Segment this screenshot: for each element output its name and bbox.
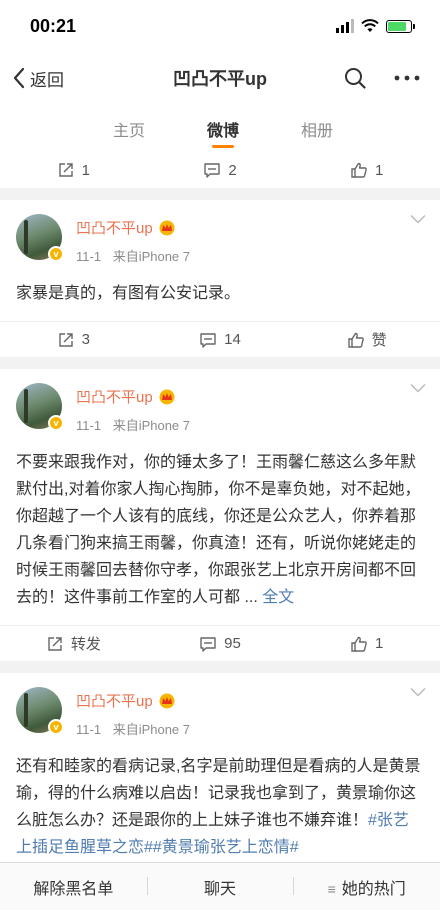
chevron-down-icon[interactable] <box>410 214 426 224</box>
post-text: 家暴是真的，有图有公安记录。 <box>16 285 241 302</box>
repost-button[interactable]: 1 <box>0 152 147 188</box>
status-bar: 00:21 <box>0 0 440 52</box>
like-count: 1 <box>375 635 384 652</box>
post-date: 11-1 <box>76 418 102 433</box>
avatar[interactable]: v <box>16 383 64 431</box>
unblock-button[interactable]: 解除黑名单 <box>0 875 147 899</box>
repost-icon <box>48 636 62 651</box>
post-username[interactable]: 凹凸不平up <box>76 386 153 407</box>
like-button[interactable]: 1 <box>293 626 440 661</box>
comment-count: 14 <box>224 331 241 348</box>
tab-album[interactable]: 相册 <box>301 104 333 152</box>
comment-button[interactable]: 2 <box>147 152 294 188</box>
post-source: 来自iPhone 7 <box>112 418 191 433</box>
back-label: 返回 <box>30 70 64 90</box>
back-button[interactable]: 返回 <box>0 66 120 91</box>
post-action-bar: 转发 95 1 <box>0 625 440 661</box>
search-icon[interactable] <box>344 67 366 89</box>
read-more-link[interactable]: 全文 <box>262 589 294 606</box>
comment-count: 2 <box>228 161 237 179</box>
battery-icon <box>386 19 415 33</box>
post-card[interactable]: v 凹凸不平up 11-1 来自iPhone 7 家暴是真的，有图有公安记录。 … <box>0 200 440 357</box>
avatar[interactable]: v <box>16 214 64 262</box>
post-date: 11-1 <box>76 249 102 264</box>
post-username[interactable]: 凹凸不平up <box>76 690 153 711</box>
post-card[interactable]: v 凹凸不平up 11-1 来自iPhone 7 还有和睦家的看病记录,名字是前… <box>0 673 440 862</box>
menu-icon: ≡ <box>327 880 336 897</box>
comment-button[interactable]: 14 <box>147 322 294 357</box>
like-count: 1 <box>375 161 384 179</box>
bottom-bar: 解除黑名单 聊天 ≡ 她的热门 <box>0 862 440 910</box>
post-text-container: 还有和睦家的看病记录,名字是前助理但是看病的人是黄景瑜，得的什么病难以启齿！记录… <box>0 749 440 862</box>
post-text-container: 不要来跟我作对，你的锤太多了！王雨馨仁慈这么多年默默付出,对着你家人掏心掏肺，你… <box>0 445 440 625</box>
comment-count: 95 <box>224 635 241 652</box>
verified-badge-icon: v <box>48 719 64 735</box>
tab-home[interactable]: 主页 <box>113 104 145 152</box>
comment-icon <box>200 636 216 652</box>
nav-bar: 返回 凹凸不平up <box>0 52 440 104</box>
verified-badge-icon: v <box>48 246 64 262</box>
chevron-down-icon[interactable] <box>410 383 426 393</box>
thumbs-up-icon <box>351 636 367 652</box>
repost-count: 3 <box>81 331 90 348</box>
post-date: 11-1 <box>76 722 102 737</box>
repost-button[interactable]: 3 <box>0 322 147 357</box>
chat-button[interactable]: 聊天 <box>146 875 294 899</box>
post-action-bar: 3 14 赞 <box>0 321 440 357</box>
comment-icon <box>204 163 221 178</box>
comment-button[interactable]: 95 <box>147 626 294 661</box>
page-title: 凹凸不平up <box>173 69 267 89</box>
like-button[interactable]: 赞 <box>293 322 440 357</box>
post-card[interactable]: v 凹凸不平up 11-1 来自iPhone 7 不要来跟我作对，你的锤太多了！… <box>0 369 440 661</box>
repost-icon <box>58 163 73 177</box>
chevron-down-icon[interactable] <box>410 687 426 697</box>
status-time: 00:21 <box>30 15 77 36</box>
repost-label: 转发 <box>70 636 101 653</box>
post-source: 来自iPhone 7 <box>112 249 191 264</box>
post-source: 来自iPhone 7 <box>112 722 191 737</box>
profile-tabs: 主页 微博 相册 <box>0 104 440 152</box>
crown-icon <box>159 693 175 708</box>
post-text: 还有和睦家的看病记录,名字是前助理但是看病的人是黄景瑜，得的什么病难以启齿！记录… <box>16 758 421 829</box>
comment-icon <box>200 332 216 348</box>
crown-icon <box>159 389 175 404</box>
repost-button[interactable]: 转发 <box>0 626 147 661</box>
repost-count: 1 <box>81 161 90 179</box>
status-icons <box>336 19 415 33</box>
hot-posts-label: 她的热门 <box>341 880 406 898</box>
repost-icon <box>58 332 73 347</box>
like-label: 赞 <box>371 332 387 349</box>
signal-icon <box>336 19 354 33</box>
like-button[interactable]: 1 <box>293 152 440 188</box>
wifi-icon <box>361 19 379 32</box>
more-icon[interactable] <box>394 75 420 81</box>
post-username[interactable]: 凹凸不平up <box>76 217 153 238</box>
avatar[interactable]: v <box>16 687 64 735</box>
post-action-bar: 1 2 1 <box>0 152 440 188</box>
thumbs-up-icon <box>351 162 367 178</box>
verified-badge-icon: v <box>48 415 64 431</box>
thumbs-up-icon <box>347 332 364 348</box>
tab-weibo[interactable]: 微博 <box>207 104 239 152</box>
feed[interactable]: 1 2 1 v 凹凸不平up 11-1 来自iPhone 7 家暴是真的，有图有… <box>0 152 440 862</box>
crown-icon <box>159 220 175 235</box>
post-text: 不要来跟我作对，你的锤太多了！王雨馨仁慈这么多年默默付出,对着你家人掏心掏肺，你… <box>16 454 421 606</box>
hot-posts-button[interactable]: ≡ 她的热门 <box>293 875 440 899</box>
chevron-left-icon <box>13 67 25 89</box>
